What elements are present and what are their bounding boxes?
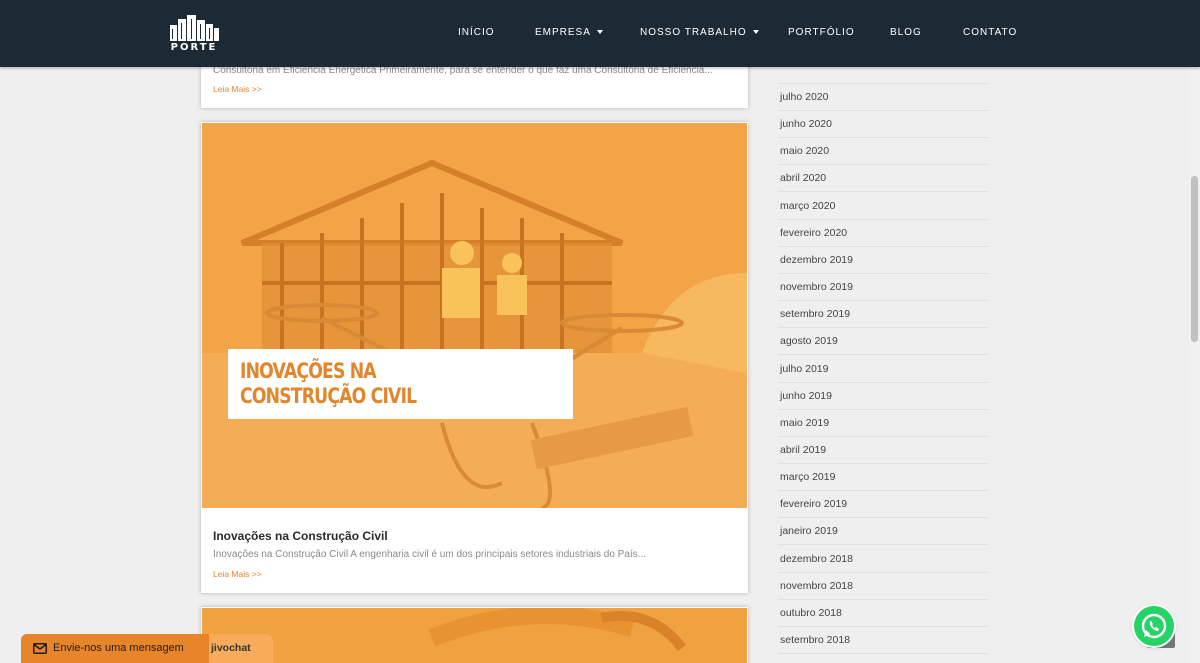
archive-link[interactable]: dezembro 2018 bbox=[778, 546, 988, 573]
archive-link[interactable]: maio 2019 bbox=[778, 410, 988, 437]
caret-down-icon bbox=[596, 30, 603, 35]
archive-link[interactable]: setembro 2018 bbox=[778, 627, 988, 654]
site-header: PORTE INÍCIO EMPRESA NOSSO TRABALHO PORT… bbox=[0, 0, 1200, 67]
archive-link[interactable]: junho 2020 bbox=[778, 111, 988, 139]
jivochat-brand-text: jivochat bbox=[211, 642, 251, 654]
post-title[interactable]: Inovações na Construção Civil bbox=[213, 529, 388, 543]
image-banner: INOVAÇÕES NA CONSTRUÇÃO CIVIL bbox=[228, 349, 573, 419]
archive-link[interactable]: setembro 2019 bbox=[778, 301, 988, 329]
scrollbar-thumb[interactable] bbox=[1191, 176, 1198, 342]
buildings-icon bbox=[170, 15, 219, 41]
nav-contato-label: CONTATO bbox=[963, 27, 1018, 38]
archive-link[interactable]: julho 2019 bbox=[778, 356, 988, 383]
archive-link[interactable]: novembro 2018 bbox=[778, 573, 988, 600]
post-image bbox=[202, 608, 747, 663]
archive-link[interactable]: novembro 2019 bbox=[778, 274, 988, 302]
chat-label: Envie-nos uma mensagem bbox=[53, 642, 184, 654]
envelope-icon bbox=[33, 643, 47, 654]
post-card bbox=[201, 607, 748, 663]
nav-nosso-trabalho-label: NOSSO TRABALHO bbox=[640, 27, 747, 38]
post-excerpt: Inovações na Construção Civil A engenhar… bbox=[213, 549, 647, 560]
nav-empresa-label: EMPRESA bbox=[535, 27, 591, 38]
archive-link[interactable]: abril 2020 bbox=[778, 165, 988, 193]
archive-link[interactable]: maio 2020 bbox=[778, 138, 988, 166]
nav-blog[interactable]: BLOG bbox=[890, 27, 922, 38]
banner-line1: INOVAÇÕES NA bbox=[240, 359, 377, 383]
nav-portfolio[interactable]: PORTFÓLIO bbox=[788, 27, 855, 38]
construction-image bbox=[202, 123, 747, 508]
nav-portfolio-label: PORTFÓLIO bbox=[788, 27, 855, 38]
archive-link[interactable]: fevereiro 2020 bbox=[778, 220, 988, 247]
read-more-link[interactable]: Leia Mais >> bbox=[213, 569, 262, 579]
post-thumbnail[interactable] bbox=[202, 608, 747, 663]
post-thumbnail[interactable]: INOVAÇÕES NA CONSTRUÇÃO CIVIL bbox=[202, 123, 747, 508]
archive-link[interactable]: fevereiro 2019 bbox=[778, 491, 988, 519]
logo-text: PORTE bbox=[170, 42, 218, 53]
nav-blog-label: BLOG bbox=[890, 27, 922, 38]
archive-link[interactable]: abril 2019 bbox=[778, 437, 988, 464]
banner-text: INOVAÇÕES NA CONSTRUÇÃO CIVIL bbox=[240, 359, 417, 409]
nav-contato[interactable]: CONTATO bbox=[963, 27, 1017, 38]
whatsapp-button[interactable] bbox=[1134, 606, 1174, 646]
jivochat-brand: jivochat bbox=[209, 634, 273, 663]
chat-widget[interactable]: Envie-nos uma mensagem jivochat bbox=[21, 634, 273, 663]
archive-link[interactable]: dezembro 2019 bbox=[778, 247, 988, 274]
banner-line2: CONSTRUÇÃO CIVIL bbox=[240, 384, 417, 408]
nav-empresa[interactable]: EMPRESA bbox=[535, 27, 603, 38]
page-scrollbar[interactable] bbox=[1189, 0, 1200, 663]
caret-down-icon bbox=[752, 30, 759, 35]
archive-link[interactable]: agosto 2019 bbox=[778, 328, 988, 356]
archive-link[interactable]: outubro 2018 bbox=[778, 600, 988, 627]
nav-inicio[interactable]: INÍCIO bbox=[458, 27, 495, 38]
porte-logo[interactable]: PORTE bbox=[168, 15, 220, 53]
archive-link[interactable]: janeiro 2019 bbox=[778, 518, 988, 546]
archive-link[interactable]: julho 2020 bbox=[778, 84, 988, 111]
whatsapp-icon bbox=[1141, 613, 1167, 639]
read-more-link[interactable]: Leia Mais >> bbox=[213, 84, 262, 94]
nav-inicio-label: INÍCIO bbox=[458, 27, 495, 38]
archive-link[interactable]: março 2020 bbox=[778, 193, 988, 220]
archive-link[interactable]: março 2019 bbox=[778, 464, 988, 492]
archive-link[interactable]: junho 2019 bbox=[778, 383, 988, 410]
nav-nosso-trabalho[interactable]: NOSSO TRABALHO bbox=[640, 27, 759, 38]
post-card: INOVAÇÕES NA CONSTRUÇÃO CIVIL Inovações … bbox=[201, 122, 748, 593]
